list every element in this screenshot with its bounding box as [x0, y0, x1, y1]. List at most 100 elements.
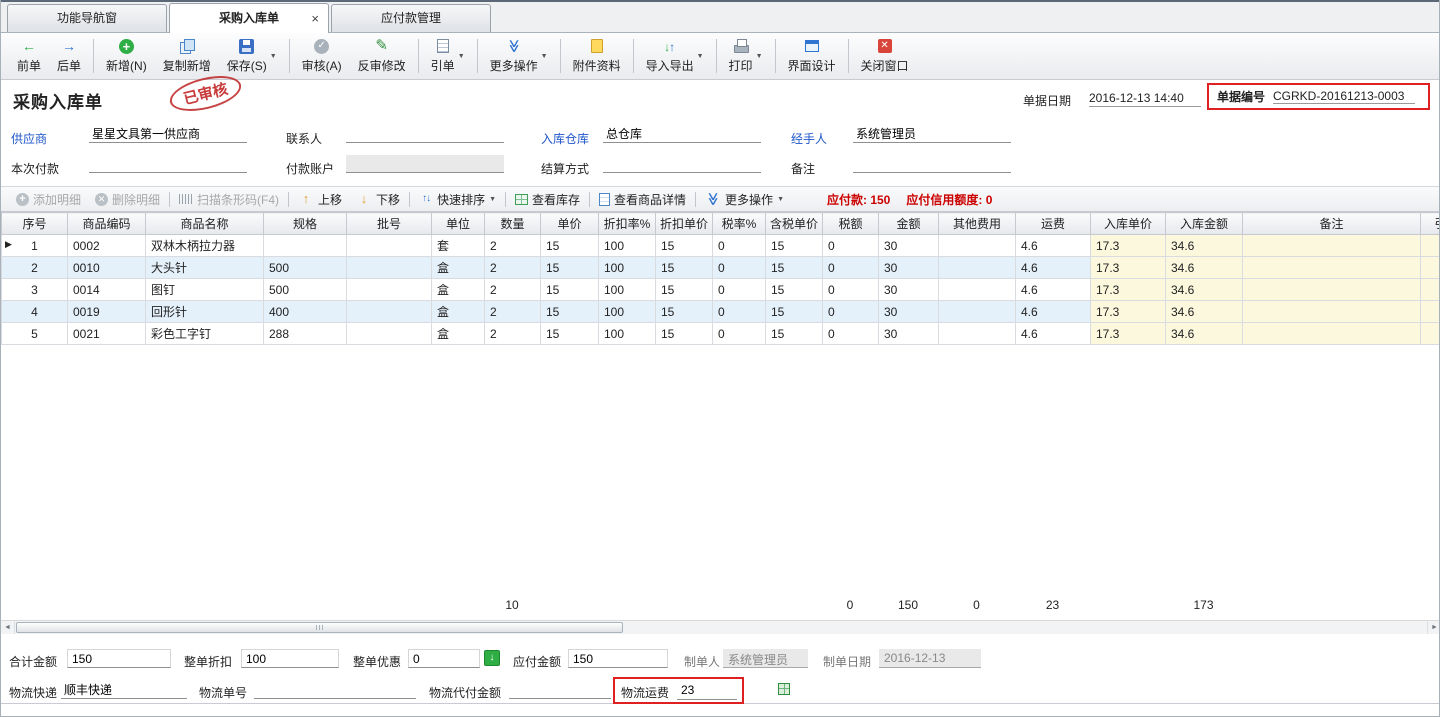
audit-button[interactable]: ✓审核(A) — [294, 33, 350, 79]
table-cell[interactable]: 0002 — [68, 235, 146, 257]
prev-doc-button[interactable]: ←前单 — [9, 33, 49, 79]
table-row[interactable]: 40019回形针400盒215100150150304.617.334.6 — [2, 301, 1440, 323]
table-cell[interactable]: 15 — [541, 323, 599, 345]
column-header[interactable]: 备注 — [1243, 213, 1421, 235]
table-cell[interactable]: 0 — [823, 279, 879, 301]
tracking-field[interactable] — [254, 681, 416, 699]
pull-order-button[interactable]: 引单▼ — [423, 33, 473, 79]
dropdown-caret-icon[interactable]: ▼ — [756, 53, 763, 60]
table-cell[interactable]: 34.6 — [1166, 279, 1243, 301]
table-cell[interactable]: 15 — [766, 301, 823, 323]
new-button[interactable]: +新增(N) — [98, 33, 155, 79]
handler-field[interactable] — [853, 125, 1011, 143]
table-cell[interactable] — [1421, 301, 1440, 323]
table-cell[interactable] — [1421, 235, 1440, 257]
table-cell[interactable]: 3 — [2, 279, 68, 301]
table-cell[interactable]: 500 — [264, 257, 347, 279]
column-header[interactable]: 数量 — [485, 213, 541, 235]
settlement-field[interactable] — [603, 155, 761, 173]
table-cell[interactable]: 彩色工字钉 — [146, 323, 264, 345]
attachment-button[interactable]: 附件资料 — [565, 33, 629, 79]
table-cell[interactable]: 15 — [766, 257, 823, 279]
table-cell[interactable]: 15 — [541, 257, 599, 279]
account-field[interactable] — [346, 155, 504, 173]
tab-close-icon[interactable]: × — [311, 4, 319, 33]
payment-field[interactable] — [89, 155, 247, 173]
table-cell[interactable]: 4 — [2, 301, 68, 323]
column-header[interactable]: 税率% — [713, 213, 766, 235]
table-cell[interactable]: 15 — [656, 279, 713, 301]
table-cell[interactable] — [1243, 235, 1421, 257]
table-row[interactable]: ▶10002双林木柄拉力器套215100150150304.617.334.6 — [2, 235, 1440, 257]
table-cell[interactable]: 17.3 — [1091, 301, 1166, 323]
table-cell[interactable]: 0 — [713, 257, 766, 279]
column-header[interactable]: 税额 — [823, 213, 879, 235]
table-cell[interactable]: 15 — [656, 257, 713, 279]
table-cell[interactable] — [1421, 257, 1440, 279]
table-cell[interactable]: 15 — [656, 235, 713, 257]
table-cell[interactable]: 图钉 — [146, 279, 264, 301]
table-cell[interactable]: 100 — [599, 235, 656, 257]
table-cell[interactable]: 盒 — [432, 323, 485, 345]
table-cell[interactable] — [347, 323, 432, 345]
unaudit-modify-button[interactable]: ✎反审修改 — [350, 33, 414, 79]
table-cell[interactable] — [939, 279, 1016, 301]
move-down-button[interactable]: ↓下移 — [349, 191, 407, 208]
table-cell[interactable]: 0 — [823, 323, 879, 345]
table-cell[interactable]: 2 — [485, 279, 541, 301]
table-cell[interactable]: 0010 — [68, 257, 146, 279]
table-cell[interactable] — [939, 323, 1016, 345]
column-header[interactable]: 折扣率% — [599, 213, 656, 235]
print-button[interactable]: 打印▼ — [721, 33, 771, 79]
scrollbar-thumb[interactable] — [16, 622, 623, 633]
table-cell[interactable]: 15 — [541, 279, 599, 301]
tab-payables[interactable]: 应付款管理 — [331, 4, 491, 32]
table-cell[interactable]: 17.3 — [1091, 235, 1166, 257]
doc-date-value[interactable]: 2016-12-13 14:40 — [1089, 91, 1201, 107]
scan-barcode-button[interactable]: 扫描条形码(F4) — [172, 191, 286, 208]
column-header[interactable]: 商品名称 — [146, 213, 264, 235]
table-cell[interactable]: 4.6 — [1016, 279, 1091, 301]
table-cell[interactable]: 双林木柄拉力器 — [146, 235, 264, 257]
doc-no-value[interactable]: CGRKD-20161213-0003 — [1273, 89, 1415, 104]
dropdown-caret-icon[interactable]: ▼ — [541, 53, 548, 60]
table-cell[interactable]: 34.6 — [1166, 323, 1243, 345]
express-field[interactable] — [61, 681, 187, 699]
table-cell[interactable]: 34.6 — [1166, 301, 1243, 323]
freight-field[interactable] — [677, 681, 737, 700]
table-cell[interactable]: 30 — [879, 257, 939, 279]
remark-field[interactable] — [853, 155, 1011, 173]
tab-function-nav[interactable]: 功能导航窗 — [7, 4, 167, 32]
more-detail-actions-button[interactable]: ≫更多操作▼ — [698, 191, 791, 208]
table-cell[interactable] — [347, 257, 432, 279]
column-header[interactable]: 单位 — [432, 213, 485, 235]
table-cell[interactable]: 100 — [599, 301, 656, 323]
tab-purchase-inbound[interactable]: 采购入库单 × — [169, 3, 329, 33]
table-cell[interactable]: 盒 — [432, 301, 485, 323]
table-cell[interactable]: 盒 — [432, 257, 485, 279]
table-cell[interactable]: 5 — [2, 323, 68, 345]
total-amount-field[interactable] — [67, 649, 171, 668]
table-cell[interactable]: 288 — [264, 323, 347, 345]
column-header[interactable]: 其他费用 — [939, 213, 1016, 235]
add-detail-button[interactable]: +添加明细 — [9, 191, 88, 208]
table-cell[interactable]: 100 — [599, 279, 656, 301]
cod-amount-field[interactable] — [509, 681, 611, 699]
ui-design-button[interactable]: 界面设计 — [780, 33, 844, 79]
table-cell[interactable]: 0 — [823, 301, 879, 323]
scroll-left-icon[interactable]: ◄ — [1, 621, 15, 634]
table-cell[interactable]: 0021 — [68, 323, 146, 345]
table-cell[interactable]: 30 — [879, 279, 939, 301]
dropdown-caret-icon[interactable]: ▼ — [489, 196, 496, 203]
table-cell[interactable]: 15 — [766, 323, 823, 345]
dropdown-caret-icon[interactable]: ▼ — [697, 53, 704, 60]
table-cell[interactable]: 15 — [541, 235, 599, 257]
table-cell[interactable]: 2 — [2, 257, 68, 279]
freight-table-icon[interactable] — [778, 683, 790, 695]
column-header[interactable]: 含税单价 — [766, 213, 823, 235]
order-discount-field[interactable] — [241, 649, 339, 668]
delete-detail-button[interactable]: ✕删除明细 — [88, 191, 167, 208]
column-header[interactable]: 规格 — [264, 213, 347, 235]
table-cell[interactable]: 4.6 — [1016, 323, 1091, 345]
table-cell[interactable]: 大头针 — [146, 257, 264, 279]
